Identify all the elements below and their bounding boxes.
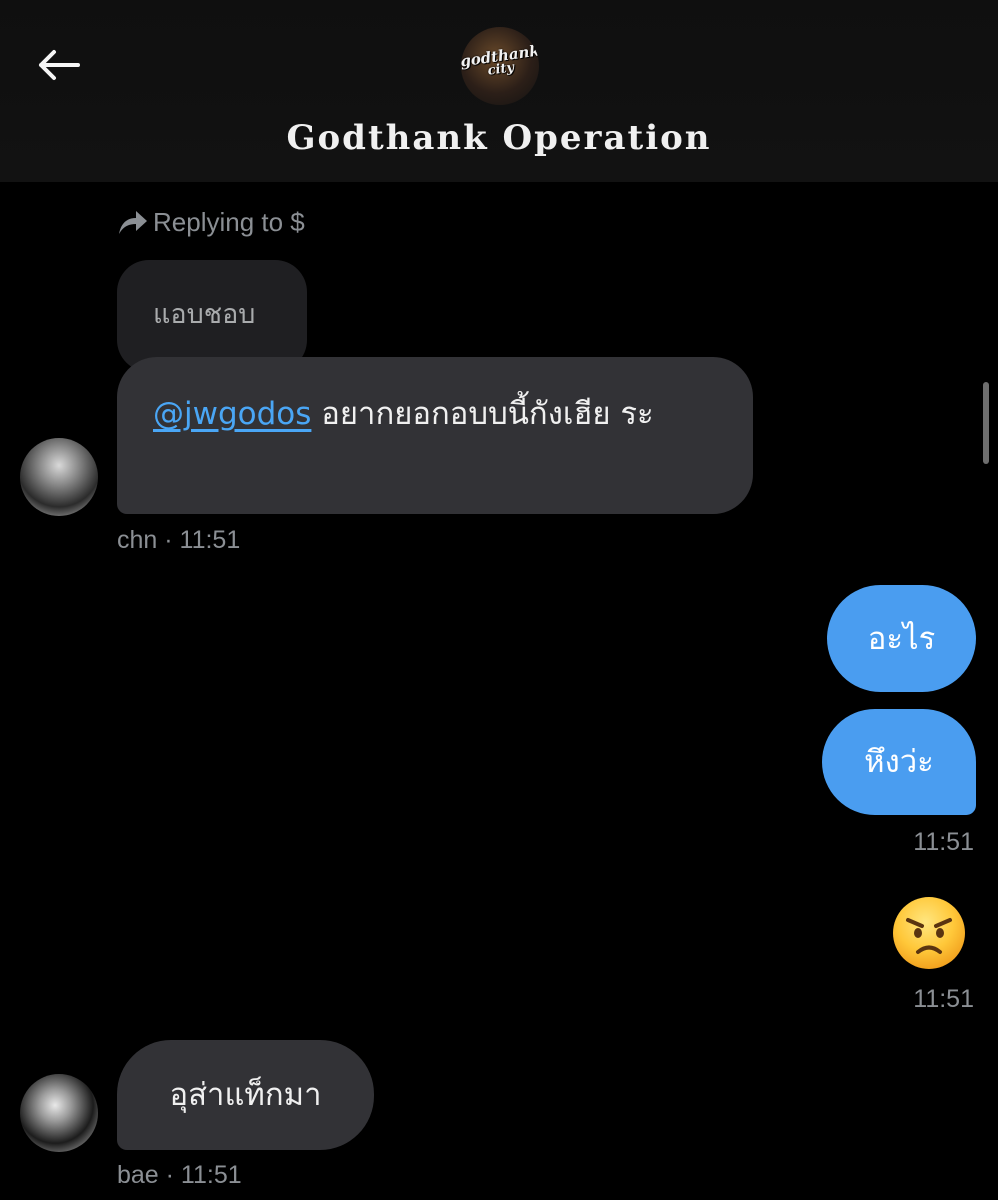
avatar-bae[interactable] [20, 1074, 98, 1152]
group-avatar[interactable]: godthank city [461, 27, 539, 105]
reply-arrow-icon [117, 206, 149, 238]
message-meta: chn · 11:51 [117, 526, 241, 554]
angry-face-emoji-message[interactable] [891, 895, 967, 971]
message-bubble-incoming[interactable]: @jwgodos อยากยอกอบบนี้กังเฮีย ระ [117, 357, 753, 514]
message-bubble-outgoing[interactable]: หึงว่ะ [822, 709, 976, 815]
message-meta: bae · 11:51 [117, 1161, 242, 1189]
angry-face-icon [893, 897, 965, 969]
scrollbar[interactable] [983, 382, 989, 464]
message-timestamp: 11:51 [913, 985, 974, 1013]
replying-to-indicator: Replying to $ [117, 206, 305, 238]
message-text: อะไร [867, 620, 936, 657]
back-arrow-icon [39, 50, 80, 80]
group-title[interactable]: Godthank Operation [0, 118, 998, 158]
message-text: หึงว่ะ [864, 744, 934, 780]
message-text: อุส่าแท็กมา [169, 1077, 322, 1113]
user-mention-link[interactable]: @jwgodos [153, 396, 311, 432]
back-button[interactable] [30, 40, 86, 90]
message-bubble-outgoing[interactable]: อะไร [827, 585, 976, 692]
avatar-chn[interactable] [20, 438, 98, 516]
replying-to-label: Replying to $ [153, 206, 305, 237]
group-logo: godthank city [461, 41, 539, 83]
message-bubble-incoming[interactable]: อุส่าแท็กมา [117, 1040, 374, 1150]
conversation-header: godthank city Godthank Operation [0, 0, 998, 182]
message-timestamp: 11:51 [913, 828, 974, 856]
quoted-message-text: แอบชอบ [153, 299, 256, 330]
message-text: อยากยอกอบบนี้กังเฮีย ระ [311, 396, 654, 432]
quoted-message[interactable]: แอบชอบ [117, 260, 307, 372]
